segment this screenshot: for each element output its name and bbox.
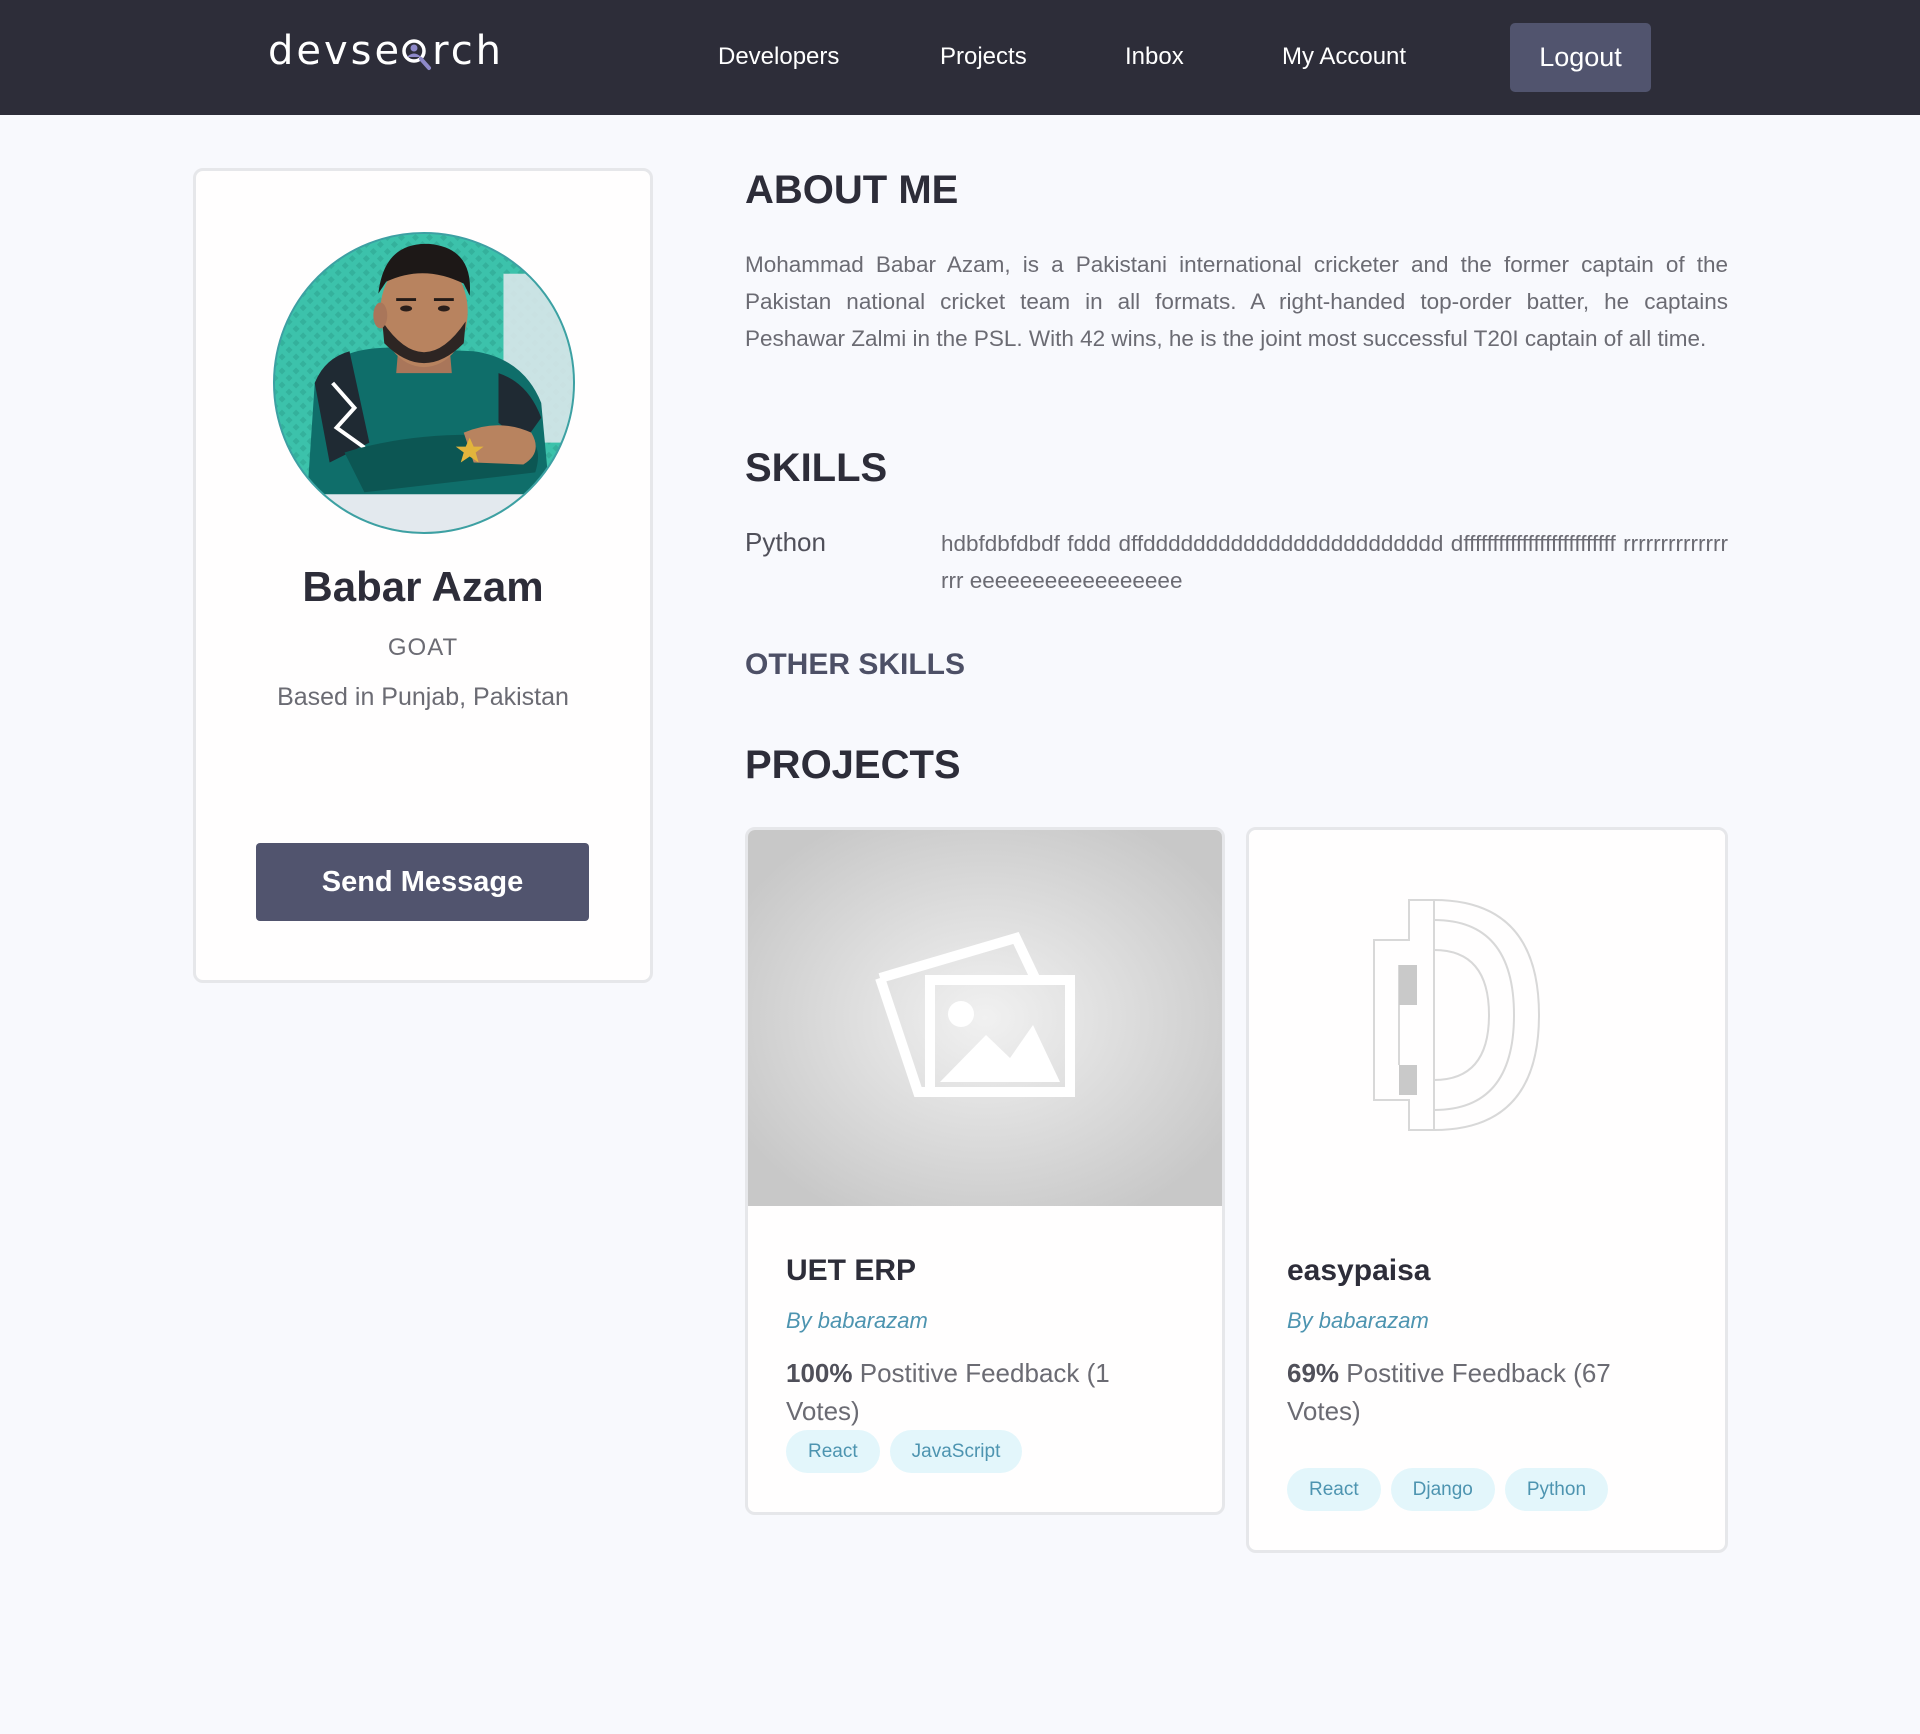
- logo[interactable]: devse rch: [268, 28, 504, 74]
- project-feedback: 100% Postitive Feedback (1 Votes): [786, 1354, 1186, 1430]
- tag: React: [1287, 1468, 1381, 1511]
- project-feedback: 69% Postitive Feedback (67 Votes): [1287, 1354, 1647, 1430]
- profile-card: Babar Azam GOAT Based in Punjab, Pakista…: [193, 168, 653, 983]
- tag: Python: [1504, 1468, 1609, 1511]
- project-card[interactable]: UET ERP By babarazam 100% Postitive Feed…: [745, 827, 1225, 1515]
- d-logo-icon: [1249, 830, 1725, 1206]
- project-tags: React JavaScript: [786, 1430, 1023, 1473]
- project-tags: React Django Python: [1287, 1468, 1609, 1511]
- nav-developers[interactable]: Developers: [718, 43, 839, 71]
- skill-name: Python: [745, 527, 826, 557]
- nav-inbox[interactable]: Inbox: [1125, 43, 1184, 71]
- about-heading: ABOUT ME: [745, 168, 959, 212]
- feedback-percent: 69%: [1287, 1358, 1340, 1388]
- search-lens-icon: [402, 38, 432, 70]
- project-author-link[interactable]: By babarazam: [786, 1308, 928, 1334]
- nav-projects[interactable]: Projects: [940, 43, 1027, 71]
- about-text: Mohammad Babar Azam, is a Pakistani inte…: [745, 252, 1728, 351]
- project-author-link[interactable]: By babarazam: [1287, 1308, 1429, 1334]
- project-title[interactable]: UET ERP: [786, 1254, 916, 1288]
- tag: Django: [1390, 1468, 1495, 1511]
- top-navbar: devse rch Developers Projects Inbox My Ac…: [0, 0, 1920, 115]
- image-placeholder-icon: [748, 830, 1222, 1206]
- project-card[interactable]: easypaisa By babarazam 69% Postitive Fee…: [1246, 827, 1728, 1553]
- project-thumbnail[interactable]: [1249, 830, 1725, 1206]
- feedback-percent: 100%: [786, 1358, 853, 1388]
- other-skills-heading: OTHER SKILLS: [745, 648, 966, 681]
- nav-my-account[interactable]: My Account: [1282, 43, 1406, 71]
- logout-button[interactable]: Logout: [1510, 23, 1651, 92]
- tag: React: [786, 1430, 880, 1473]
- profile-name: Babar Azam: [302, 563, 544, 610]
- profile-location: Based in Punjab, Pakistan: [277, 683, 569, 711]
- skills-heading: SKILLS: [745, 446, 888, 490]
- project-thumbnail[interactable]: [748, 830, 1222, 1206]
- profile-title: GOAT: [387, 634, 459, 661]
- project-title[interactable]: easypaisa: [1287, 1254, 1430, 1288]
- avatar: [273, 232, 575, 534]
- tag: JavaScript: [889, 1430, 1023, 1473]
- projects-heading: PROJECTS: [745, 743, 961, 787]
- skill-description: hdbfdbfdbdf fddd dffdddddddddddddddddddd…: [941, 531, 1728, 593]
- send-message-button[interactable]: Send Message: [256, 843, 589, 921]
